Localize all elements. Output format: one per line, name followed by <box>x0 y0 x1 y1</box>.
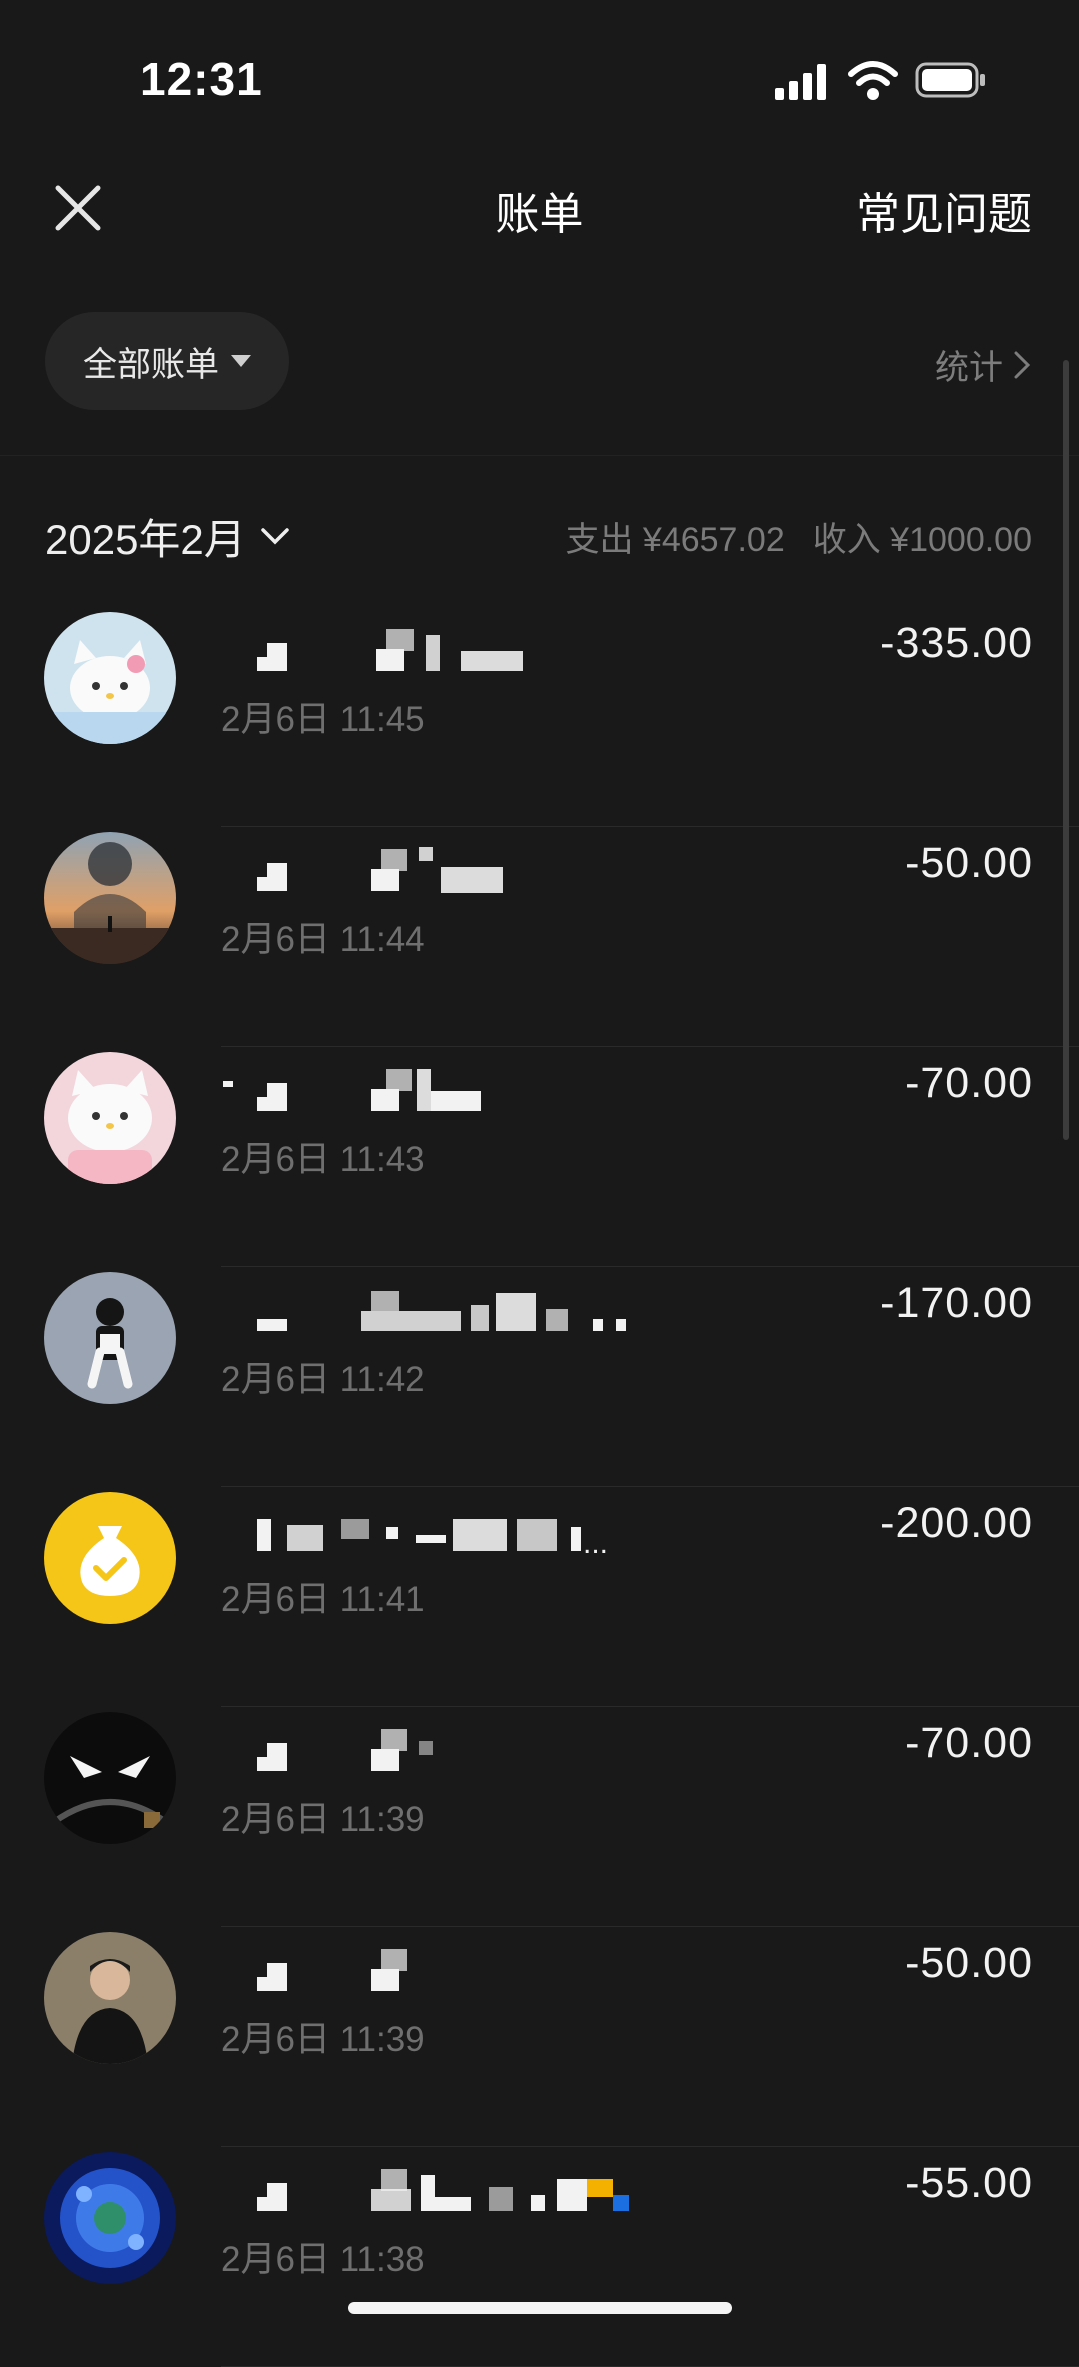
caret-down-icon <box>231 355 251 367</box>
status-time: 12:31 <box>140 53 263 105</box>
person-photo-avatar <box>44 1932 176 2064</box>
month-selector[interactable]: 2025年2月 <box>45 506 290 567</box>
faq-link[interactable]: 常见问题 <box>856 178 1032 242</box>
transaction-amount: -50.00 <box>905 839 1033 887</box>
money-bag-icon <box>44 1492 176 1624</box>
cat-avatar <box>44 1052 176 1184</box>
transaction-row[interactable]: 2月6日 11:38 -55.00 <box>0 2147 1079 2367</box>
battery-icon <box>915 62 985 98</box>
transaction-row[interactable]: 2月6日 11:43 -70.00 <box>0 1047 1079 1267</box>
dark-cartoon-avatar <box>44 1712 176 1844</box>
income-total: 收入 ¥1000.00 <box>812 521 1032 559</box>
transaction-row[interactable]: 2月6日 11:39 -50.00 <box>0 1927 1079 2147</box>
transaction-time: 2月6日 11:44 <box>221 920 425 959</box>
transaction-time: 2月6日 11:38 <box>221 2240 425 2279</box>
transaction-amount: -335.00 <box>880 619 1033 667</box>
transaction-amount: -70.00 <box>905 1059 1033 1107</box>
wifi-icon <box>848 61 898 100</box>
transaction-amount: -200.00 <box>880 1499 1033 1547</box>
transaction-row[interactable]: 2月6日 11:42 -170.00 <box>0 1267 1079 1487</box>
transaction-row[interactable]: 2月6日 11:44 -50.00 <box>0 827 1079 1047</box>
month-summary: 支出 ¥4657.02 收入 ¥1000.00 <box>565 512 1032 561</box>
transaction-amount: -170.00 <box>880 1279 1033 1327</box>
chevron-down-icon <box>261 527 289 544</box>
merchant-name-redacted <box>221 845 791 901</box>
merchant-name-redacted <box>221 2165 791 2221</box>
merchant-name-redacted <box>221 1725 791 1781</box>
filter-label: 全部账单 <box>83 345 219 384</box>
merchant-name-redacted <box>221 1065 791 1121</box>
transaction-time: 2月6日 11:39 <box>221 2020 425 2059</box>
transaction-list: 2月6日 11:45 -335.00 2月6日 11:44 -50.00 2月6… <box>0 607 1079 2367</box>
scrollbar[interactable] <box>1063 360 1069 1140</box>
transaction-amount: -70.00 <box>905 1719 1033 1767</box>
transaction-time: 2月6日 11:41 <box>221 1580 425 1619</box>
statistics-label: 统计 <box>935 349 1003 387</box>
figure-avatar <box>44 1272 176 1404</box>
blue-pattern-avatar <box>44 2152 176 2284</box>
transaction-time: 2月6日 11:39 <box>221 1800 425 1839</box>
transaction-amount: -55.00 <box>905 2159 1033 2207</box>
chevron-right-icon <box>1014 351 1031 378</box>
transaction-row[interactable]: 2月6日 11:39 -70.00 <box>0 1707 1079 1927</box>
merchant-name-redacted <box>221 1285 791 1341</box>
transaction-time: 2月6日 11:43 <box>221 1140 425 1179</box>
bill-filter-dropdown[interactable]: 全部账单 <box>45 312 289 410</box>
month-label: 2025年2月 <box>45 516 246 563</box>
merchant-name-redacted <box>221 1945 791 2001</box>
transaction-row[interactable]: 2月6日 11:45 -335.00 <box>0 607 1079 827</box>
signal-icon <box>775 64 826 100</box>
expense-total: 支出 ¥4657.02 <box>565 521 785 559</box>
transaction-time: 2月6日 11:45 <box>221 700 425 739</box>
sunset-person-avatar <box>44 832 176 964</box>
statistics-link[interactable]: 统计 <box>935 340 1031 389</box>
transaction-time: 2月6日 11:42 <box>221 1360 425 1399</box>
merchant-name-redacted: ... <box>221 1505 791 1561</box>
merchant-name-redacted <box>221 625 791 681</box>
cat-avatar <box>44 612 176 744</box>
home-indicator[interactable] <box>348 2302 732 2314</box>
transaction-row[interactable]: ... 2月6日 11:41 -200.00 <box>0 1487 1079 1707</box>
transaction-amount: -50.00 <box>905 1939 1033 1987</box>
